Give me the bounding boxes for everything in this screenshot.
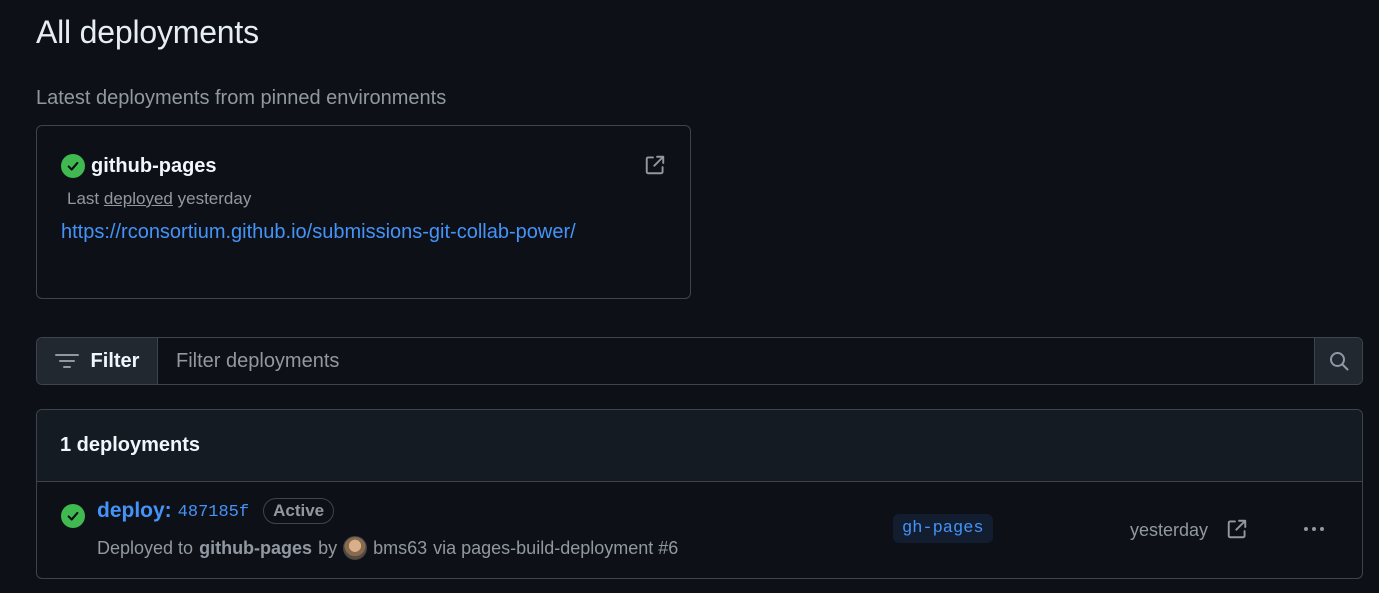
check-circle-icon [61, 154, 85, 178]
environment-header: github-pages [61, 154, 217, 178]
filter-icon [54, 354, 79, 368]
deployments-list: 1 deployments deploy: 487185f Active Dep… [36, 409, 1363, 579]
filter-button-label: Filter [90, 349, 140, 372]
page-title: All deployments [36, 14, 259, 50]
user-link[interactable]: bms63 [373, 538, 427, 559]
deployment-title: deploy: 487185f Active [97, 498, 335, 524]
pinned-environment-card: github-pages Last deployed yesterday htt… [36, 125, 691, 299]
last-deployed-text: Last deployed yesterday [67, 189, 252, 208]
environment-url-link[interactable]: https://rconsortium.github.io/submission… [61, 216, 581, 248]
filter-bar: Filter Filter deployments [36, 337, 1363, 385]
deployment-time: yesterday [1130, 520, 1209, 540]
deployment-meta: Deployed to github-pages by bms63 via pa… [97, 536, 678, 560]
deployment-row: deploy: 487185f Active Deployed to githu… [37, 482, 1362, 578]
check-circle-icon [61, 504, 85, 528]
deploy-link[interactable]: deploy: [97, 499, 172, 523]
deployments-count: 1 deployments [37, 410, 1362, 482]
search-icon [1329, 352, 1348, 371]
environment-name[interactable]: github-pages [91, 155, 217, 178]
external-link-icon[interactable] [644, 154, 666, 176]
filter-button[interactable]: Filter [37, 338, 158, 384]
avatar[interactable] [343, 536, 368, 560]
branch-ref-label[interactable]: gh-pages [893, 514, 993, 543]
external-link-icon[interactable] [1226, 518, 1248, 540]
status-badge: Active [263, 498, 335, 524]
kebab-menu-icon[interactable] [1299, 518, 1329, 540]
deployed-link[interactable]: deployed [104, 189, 173, 208]
pinned-heading: Latest deployments from pinned environme… [36, 87, 447, 109]
commit-sha-link[interactable]: 487185f [178, 503, 249, 522]
environment-link[interactable]: github-pages [199, 538, 312, 559]
workflow-link[interactable]: via pages-build-deployment #6 [433, 538, 678, 559]
deployments-page: All deployments Latest deployments from … [0, 0, 1379, 593]
filter-deployments-input[interactable]: Filter deployments [158, 338, 1314, 384]
search-button[interactable] [1314, 338, 1362, 384]
